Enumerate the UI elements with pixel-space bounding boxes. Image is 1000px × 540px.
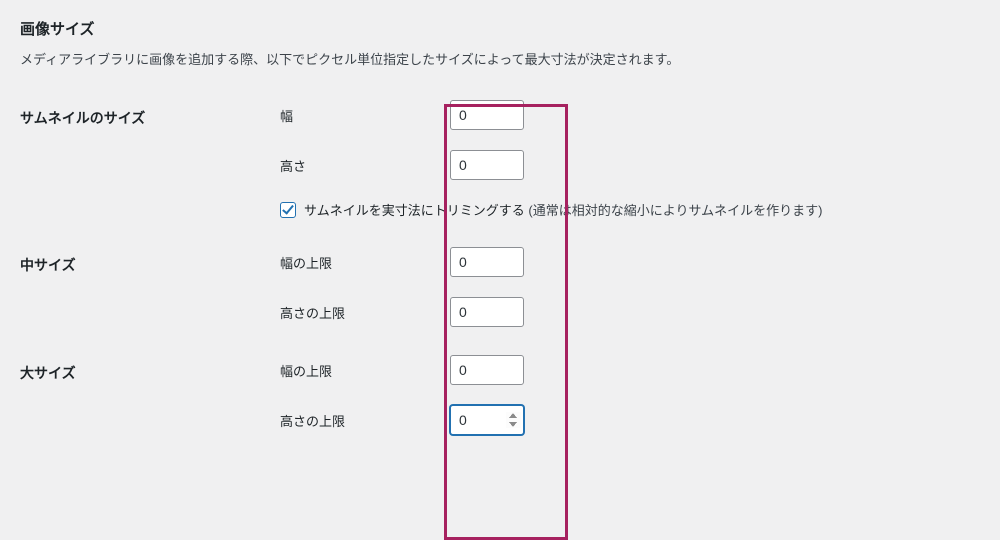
large-height-input[interactable] xyxy=(450,405,524,435)
section-title: 画像サイズ xyxy=(20,18,980,39)
thumbnail-crop-checkbox[interactable] xyxy=(280,202,296,218)
thumbnail-crop-note: (通常は相対的な縮小によりサムネイルを作ります) xyxy=(528,203,822,218)
large-heading: 大サイズ xyxy=(20,345,280,453)
image-sizes-table: サムネイルのサイズ 幅 高さ サムネイルを実寸法にトリミングする (通常は相対的… xyxy=(20,90,980,453)
large-width-input[interactable] xyxy=(450,355,524,385)
medium-heading: 中サイズ xyxy=(20,237,280,345)
large-width-label: 幅の上限 xyxy=(280,361,450,380)
large-height-label: 高さの上限 xyxy=(280,411,450,430)
thumbnail-height-input[interactable] xyxy=(450,150,524,180)
medium-height-label: 高さの上限 xyxy=(280,303,450,322)
large-size-row: 大サイズ 幅の上限 高さの上限 xyxy=(20,345,980,453)
medium-size-row: 中サイズ 幅の上限 高さの上限 xyxy=(20,237,980,345)
medium-height-input[interactable] xyxy=(450,297,524,327)
thumbnail-width-label: 幅 xyxy=(280,106,450,125)
medium-width-input[interactable] xyxy=(450,247,524,277)
thumbnail-heading: サムネイルのサイズ xyxy=(20,90,280,237)
section-description: メディアライブラリに画像を追加する際、以下でピクセル単位指定したサイズによって最… xyxy=(20,49,980,68)
thumbnail-height-label: 高さ xyxy=(280,156,450,175)
medium-width-label: 幅の上限 xyxy=(280,253,450,272)
thumbnail-crop-label: サムネイルを実寸法にトリミングする xyxy=(304,203,525,218)
thumbnail-width-input[interactable] xyxy=(450,100,524,130)
thumbnail-size-row: サムネイルのサイズ 幅 高さ サムネイルを実寸法にトリミングする (通常は相対的… xyxy=(20,90,980,237)
